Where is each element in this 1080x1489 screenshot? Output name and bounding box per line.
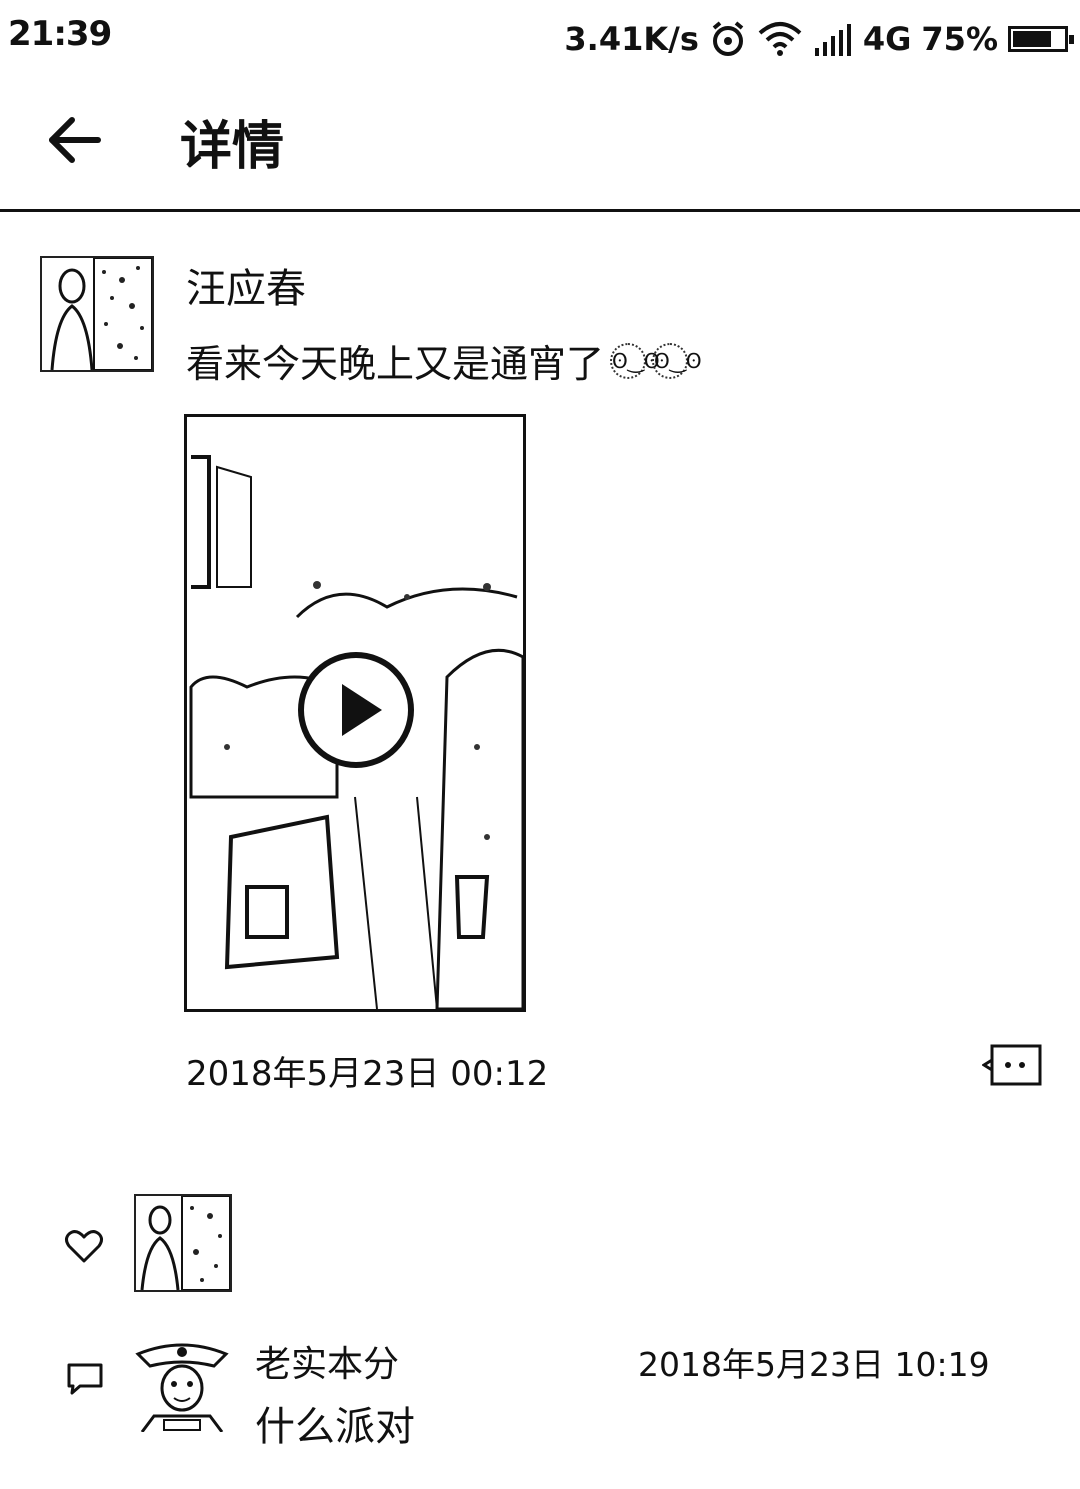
network-type: 4G <box>862 20 912 58</box>
alarm-icon <box>712 21 744 56</box>
liker-avatar[interactable] <box>134 1194 232 1292</box>
comment-icon <box>67 1363 103 1395</box>
battery-fill <box>1013 31 1051 47</box>
more-actions-icon[interactable] <box>982 1042 1044 1088</box>
signal-icon <box>814 24 851 56</box>
avatar-image <box>50 258 152 370</box>
back-arrow-icon[interactable] <box>40 108 104 172</box>
avatar-image <box>140 1196 230 1290</box>
emoji-icon: ʘ‿ʘ <box>610 342 660 379</box>
app-header <box>0 70 1080 212</box>
emoji-icon: ʘ‿ʘ <box>652 342 702 379</box>
comment-timestamp: 2018年5月23日 10:19 <box>638 1345 990 1384</box>
post-text: 看来今天晚上又是通宵了 <box>186 342 605 386</box>
avatar-image <box>135 1343 229 1432</box>
net-speed: 3.41K/s <box>564 20 699 58</box>
commenter-name[interactable]: 老实本分 <box>255 1335 399 1387</box>
status-icons: 3.41K/s 4G 75% <box>564 14 1074 64</box>
poster-name[interactable]: 汪应春 <box>186 256 306 314</box>
battery-icon <box>1008 26 1074 52</box>
page-title: 详情 <box>180 117 285 177</box>
post-text-row: 看来今天晚上又是通宵了 ʘ‿ʘ ʘ‿ʘ <box>186 333 702 388</box>
poster-avatar[interactable] <box>40 256 154 372</box>
play-button[interactable] <box>298 652 414 768</box>
wifi-icon <box>758 22 802 56</box>
post-timestamp: 2018年5月23日 00:12 <box>186 1054 549 1094</box>
battery-percent: 75% <box>921 20 998 58</box>
status-time: 21:39 <box>8 14 112 54</box>
commenter-avatar[interactable] <box>134 1336 230 1432</box>
comment-text: 什么派对 <box>255 1404 415 1450</box>
heart-icon <box>65 1230 103 1263</box>
